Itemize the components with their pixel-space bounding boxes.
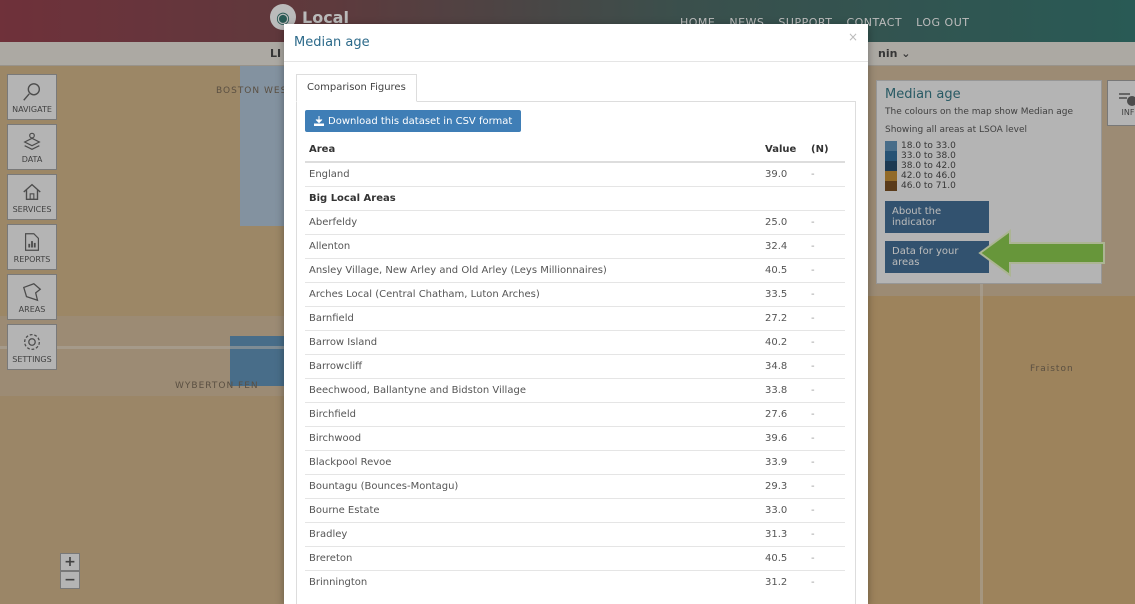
cell-n: - [807, 233, 845, 258]
cell-area: Barrow Island [305, 329, 761, 354]
cell-n: - [807, 425, 845, 450]
column-value[interactable]: Value [761, 138, 807, 163]
cell-n: - [807, 449, 845, 474]
table-row: Barrowcliff 34.8- [305, 353, 845, 378]
median-age-modal: Median age × Comparison Figures Download… [284, 24, 868, 604]
table-row: England 39.0- [305, 161, 845, 186]
cell-value: 33.9 [761, 449, 807, 474]
cell-area: Birchwood [305, 425, 761, 450]
cell-value: 39.0 [761, 161, 807, 186]
cell-area: Bourne Estate [305, 497, 761, 522]
cell-area: Brinnington [305, 569, 761, 594]
close-icon[interactable]: × [848, 30, 858, 44]
cell-area: Barnfield [305, 305, 761, 330]
cell-n: - [807, 569, 845, 594]
table-row: Aberfeldy 25.0- [305, 209, 845, 234]
cell-value: 40.5 [761, 257, 807, 282]
cell-value: 31.3 [761, 521, 807, 546]
cell-n: - [807, 281, 845, 306]
table-row: Bountagu (Bounces-Montagu) 29.3- [305, 473, 845, 498]
cell-value: 32.4 [761, 233, 807, 258]
cell-area: Blackpool Revoe [305, 449, 761, 474]
cell-value: 39.6 [761, 425, 807, 450]
table-row: Birchfield 27.6- [305, 401, 845, 426]
table-row: Brinnington 31.2- [305, 569, 845, 594]
cell-area: Big Local Areas [305, 185, 761, 210]
cell-n: - [807, 377, 845, 402]
cell-n: - [807, 473, 845, 498]
table-row: Brereton 40.5- [305, 545, 845, 570]
modal-body: Comparison Figures Download this dataset… [284, 62, 868, 604]
table-row: Barrow Island 40.2- [305, 329, 845, 354]
cell-area: Birchfield [305, 401, 761, 426]
cell-value [761, 185, 807, 210]
cell-area: Bradley [305, 521, 761, 546]
table-row: Bradley 31.3- [305, 521, 845, 546]
comparison-table: Area Value (N) England 39.0- Big Local Are… [305, 138, 845, 594]
table-row: Barnfield 27.2- [305, 305, 845, 330]
cell-area: Arches Local (Central Chatham, Luton Arc… [305, 281, 761, 306]
cell-n: - [807, 521, 845, 546]
cell-value: 27.6 [761, 401, 807, 426]
modal-header: Median age × [284, 24, 868, 62]
modal-tabs: Comparison Figures [296, 74, 856, 102]
cell-value: 33.5 [761, 281, 807, 306]
table-row: Blackpool Revoe 33.9- [305, 449, 845, 474]
cell-n: - [807, 257, 845, 282]
comparison-panel: Download this dataset in CSV format Area… [296, 102, 856, 604]
cell-value: 31.2 [761, 569, 807, 594]
cell-n: - [807, 209, 845, 234]
column-area[interactable]: Area [305, 138, 761, 163]
cell-area: Ansley Village, New Arley and Old Arley … [305, 257, 761, 282]
cell-value: 33.0 [761, 497, 807, 522]
table-header-row: Area Value (N) [305, 138, 845, 163]
table-row: Ansley Village, New Arley and Old Arley … [305, 257, 845, 282]
cell-area: Bountagu (Bounces-Montagu) [305, 473, 761, 498]
cell-value: 40.5 [761, 545, 807, 570]
cell-area: Beechwood, Ballantyne and Bidston Villag… [305, 377, 761, 402]
table-body: England 39.0- Big Local Areas Aberfeldy 25.0… [305, 161, 845, 594]
cell-n [807, 185, 845, 210]
cell-area: England [305, 161, 761, 186]
table-row: Beechwood, Ballantyne and Bidston Villag… [305, 377, 845, 402]
cell-area: Allenton [305, 233, 761, 258]
cell-value: 40.2 [761, 329, 807, 354]
tab-comparison-figures[interactable]: Comparison Figures [296, 74, 417, 102]
table-row: Birchwood 39.6- [305, 425, 845, 450]
cell-n: - [807, 497, 845, 522]
cell-area: Barrowcliff [305, 353, 761, 378]
cell-value: 34.8 [761, 353, 807, 378]
cell-n: - [807, 161, 845, 186]
cell-area: Brereton [305, 545, 761, 570]
cell-value: 33.8 [761, 377, 807, 402]
table-row: Allenton 32.4- [305, 233, 845, 258]
cell-value: 29.3 [761, 473, 807, 498]
cell-value: 25.0 [761, 209, 807, 234]
download-icon [314, 116, 324, 126]
column-n[interactable]: (N) [807, 138, 845, 163]
cell-n: - [807, 401, 845, 426]
download-label: Download this dataset in CSV format [328, 115, 513, 127]
modal-title: Median age [294, 35, 370, 50]
cell-n: - [807, 353, 845, 378]
cell-n: - [807, 329, 845, 354]
table-row: Arches Local (Central Chatham, Luton Arc… [305, 281, 845, 306]
table-group-row: Big Local Areas [305, 185, 845, 210]
cell-area: Aberfeldy [305, 209, 761, 234]
cell-n: - [807, 545, 845, 570]
cell-n: - [807, 305, 845, 330]
table-row: Bourne Estate 33.0- [305, 497, 845, 522]
download-csv-button[interactable]: Download this dataset in CSV format [305, 110, 522, 132]
cell-value: 27.2 [761, 305, 807, 330]
